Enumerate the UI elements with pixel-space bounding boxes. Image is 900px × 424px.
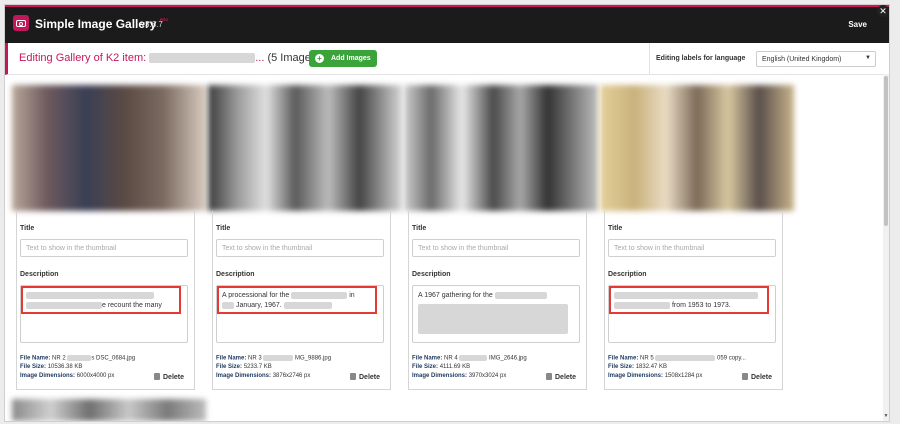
language-label: Editing labels for language [656,55,746,62]
title-label: Title [608,225,623,232]
image-thumbnail[interactable] [600,85,794,211]
file-name: File Name: NR 3 MG_9886.jpg [216,355,332,362]
title-label: Title [412,225,427,232]
image-dimensions: Image Dimensions: 3970x3024 px [412,373,507,379]
title-label: Title [20,225,35,232]
vertical-scrollbar[interactable]: ▼ [883,74,889,421]
top-toolbar: Simple Image Gallery PRO v3.6.7 Save [5,5,889,43]
redacted-text [418,304,568,334]
trash-icon [742,373,748,380]
file-size: File Size: 10536.38 KB [20,364,83,370]
image-thumbnail[interactable] [208,85,402,211]
file-size: File Size: 1832.47 KB [608,364,668,370]
delete-button[interactable]: Delete [350,373,380,381]
save-button[interactable]: Save [848,20,867,29]
dropdown-caret-icon: ▼ [865,55,871,61]
description-text: A 1967 gathering for the [418,291,574,334]
close-icon[interactable]: ✕ [877,5,889,17]
image-card: Title Text to show in the thumbnail Desc… [600,85,794,391]
redacted-item-name [149,53,256,64]
description-label: Description [608,271,647,278]
highlight-box [217,286,377,314]
delete-button[interactable]: Delete [154,373,184,381]
description-textarea[interactable]: A 1967 gathering for the [412,285,580,343]
title-input[interactable]: Text to show in the thumbnail [216,239,384,257]
image-card: Title Text to show in the thumbnail Desc… [208,85,402,391]
trash-icon [546,373,552,380]
file-name: File Name: NR 2 s DSC_0684.jpg [20,355,136,362]
file-name: File Name: NR 4 IMG_2646.jpg [412,355,527,362]
file-name: File Name: NR 5 059 copy... [608,355,746,362]
image-thumbnail[interactable] [12,399,206,421]
image-card: Title Text to show in the thumbnail Desc… [12,85,206,391]
gallery-title: Editing Gallery of K2 item: ... (5 Image… [19,52,321,64]
image-dimensions: Image Dimensions: 3876x2746 px [216,373,311,379]
scroll-down-arrow-icon[interactable]: ▼ [883,413,889,421]
title-input[interactable]: Text to show in the thumbnail [608,239,776,257]
highlight-box [609,286,769,314]
delete-button[interactable]: Delete [742,373,772,381]
gallery-header: Editing Gallery of K2 item: ... (5 Image… [5,43,888,75]
camera-logo-icon [13,15,29,31]
image-card: Title Text to show in the thumbnail Desc… [404,85,598,391]
trash-icon [154,373,160,380]
scrollbar-thumb[interactable] [884,76,888,226]
trash-icon [350,373,356,380]
gallery-editor-window: ✕ Simple Image Gallery PRO v3.6.7 Save E… [4,4,890,422]
plus-icon: + [315,54,324,63]
image-thumbnail[interactable] [12,85,206,211]
description-textarea[interactable]: from 1953 to 1973. [608,285,776,343]
language-select[interactable]: English (United Kingdom) ▼ [756,51,876,67]
image-dimensions: Image Dimensions: 6000x4000 px [20,373,115,379]
description-textarea[interactable]: A processional for the in January, 1967. [216,285,384,343]
delete-button[interactable]: Delete [546,373,576,381]
version-label: v3.6.7 [141,20,163,29]
description-label: Description [216,271,255,278]
add-images-button[interactable]: + Add Images [309,50,377,67]
file-size: File Size: 4111.69 KB [412,364,471,370]
description-label: Description [412,271,451,278]
image-dimensions: Image Dimensions: 1508x1284 px [608,373,703,379]
image-thumbnail[interactable] [404,85,598,211]
title-input[interactable]: Text to show in the thumbnail [20,239,188,257]
file-size: File Size: 5233.7 KB [216,364,272,370]
divider [649,43,650,74]
highlight-box [21,286,181,314]
description-textarea[interactable]: e recount the many [20,285,188,343]
description-label: Description [20,271,59,278]
title-input[interactable]: Text to show in the thumbnail [412,239,580,257]
title-label: Title [216,225,231,232]
